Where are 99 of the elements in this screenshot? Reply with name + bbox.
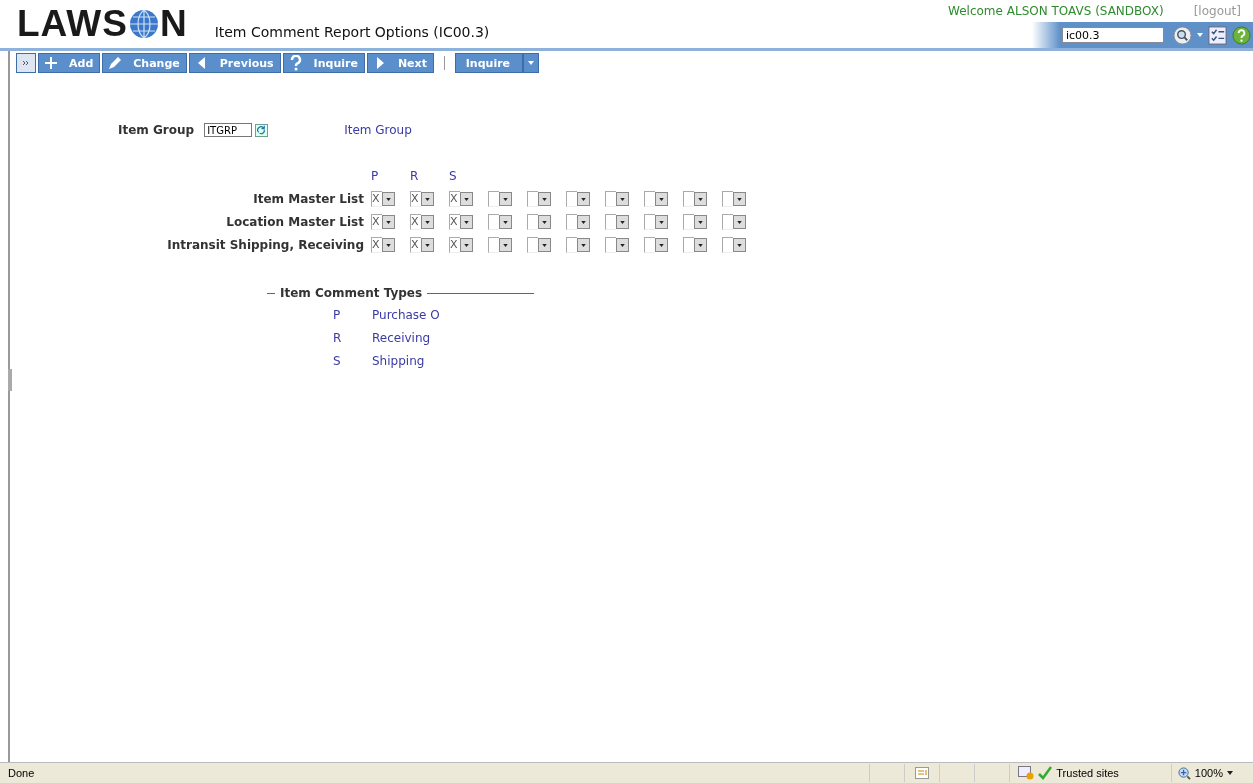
dropdown-button[interactable]	[421, 238, 434, 252]
caret-icon	[620, 220, 625, 224]
checkmark-icon	[1038, 766, 1053, 780]
caret-icon	[620, 197, 625, 201]
type-code: R	[333, 330, 343, 345]
caret-icon	[425, 197, 430, 201]
caret-icon	[386, 197, 391, 201]
dropdown-button[interactable]	[460, 192, 473, 206]
globe-icon	[128, 9, 159, 39]
dropdown-button[interactable]	[382, 192, 395, 206]
welcome-text: Welcome ALSON TOAVS (SANDBOX)	[948, 4, 1164, 18]
caret-icon	[581, 197, 586, 201]
caret-icon	[386, 220, 391, 224]
row-label: Location Master List	[225, 215, 364, 229]
dropdown-button[interactable]	[655, 238, 668, 252]
type-name: Receiving	[372, 330, 431, 345]
search-icon[interactable]	[1173, 25, 1192, 45]
dropdown-button[interactable]	[538, 238, 551, 252]
refresh-icon[interactable]	[255, 123, 269, 137]
dropdown-button[interactable]	[538, 215, 551, 229]
caret-icon	[542, 220, 547, 224]
caret-icon	[542, 197, 547, 201]
type-code: S	[333, 353, 342, 368]
caret-icon	[503, 220, 508, 224]
dropdown-button[interactable]	[421, 192, 434, 206]
type-name: Shipping	[372, 353, 425, 368]
dropdown-button[interactable]	[499, 238, 512, 252]
caret-icon	[698, 197, 703, 201]
column-header: P	[371, 169, 380, 183]
dropdown-button[interactable]	[616, 238, 629, 252]
caret-icon	[737, 243, 742, 247]
zone-text: Trusted sites	[1056, 767, 1119, 779]
caret-icon	[425, 220, 430, 224]
dropdown-button[interactable]	[382, 215, 395, 229]
dropdown-button[interactable]	[655, 215, 668, 229]
dropdown-button[interactable]	[694, 238, 707, 252]
row-label: Item Master List	[252, 192, 364, 206]
type-code: P	[333, 307, 342, 322]
page-title: Item Comment Report Options (IC00.3)	[214, 24, 490, 40]
plus-icon	[43, 55, 59, 71]
chevron-icon	[22, 60, 30, 66]
dropdown-button[interactable]	[733, 215, 746, 229]
caret-icon	[620, 243, 625, 247]
caret-icon[interactable]	[1227, 771, 1233, 775]
dropdown-button[interactable]	[577, 192, 590, 206]
caret-icon	[425, 243, 430, 247]
logo: LAWS N	[17, 3, 188, 45]
caret-icon	[698, 243, 703, 247]
column-header: R	[410, 169, 420, 183]
status-text: Done	[7, 767, 35, 779]
dropdown-button[interactable]	[733, 192, 746, 206]
caret-icon	[503, 197, 508, 201]
dropdown-button[interactable]	[460, 215, 473, 229]
page-icon	[915, 767, 930, 779]
type-name: Purchase O	[372, 307, 440, 322]
caret-icon	[737, 220, 742, 224]
item-group-field[interactable]: ITGRP	[204, 123, 253, 137]
caret-icon	[698, 220, 703, 224]
dropdown-button[interactable]	[499, 192, 512, 206]
dropdown-button[interactable]	[655, 192, 668, 206]
caret-icon	[659, 220, 664, 224]
checklist-icon[interactable]	[1208, 25, 1227, 45]
caret-icon	[659, 197, 664, 201]
dropdown-button[interactable]	[577, 238, 590, 252]
caret-icon	[464, 243, 469, 247]
caret-icon	[386, 243, 391, 247]
dropdown-button[interactable]	[694, 192, 707, 206]
dropdown-button[interactable]	[499, 215, 512, 229]
caret-icon	[527, 61, 534, 65]
caret-icon	[542, 243, 547, 247]
collapse-button[interactable]	[16, 53, 36, 73]
item-group-label: Item Group	[118, 123, 195, 137]
caret-icon	[464, 220, 469, 224]
row-label: Intransit Shipping, Receiving	[166, 238, 364, 252]
caret-icon	[581, 220, 586, 224]
dropdown-button[interactable]	[616, 192, 629, 206]
caret-icon	[464, 197, 469, 201]
caret-icon	[581, 243, 586, 247]
dropdown-button[interactable]	[733, 238, 746, 252]
dropdown-button[interactable]	[421, 215, 434, 229]
zoom-icon[interactable]	[1177, 766, 1191, 780]
column-header: S	[449, 169, 458, 183]
warning-window-icon	[1018, 766, 1035, 780]
dropdown-button[interactable]	[577, 215, 590, 229]
dropdown-button[interactable]	[616, 215, 629, 229]
pencil-icon	[107, 55, 124, 71]
item-group-description: Item Group	[344, 123, 412, 137]
caret-icon	[503, 243, 508, 247]
side-handle[interactable]	[8, 369, 12, 391]
dropdown-button[interactable]	[382, 238, 395, 252]
dropdown-button[interactable]	[538, 192, 551, 206]
dropdown-button[interactable]	[694, 215, 707, 229]
caret-icon	[737, 197, 742, 201]
search-field[interactable]: ic00.3	[1062, 27, 1164, 43]
caret-icon	[659, 243, 664, 247]
dropdown-button[interactable]	[460, 238, 473, 252]
zoom-level[interactable]: 100%	[1194, 767, 1223, 779]
help-icon[interactable]	[1232, 25, 1251, 45]
section-title: Item Comment Types	[280, 286, 423, 300]
